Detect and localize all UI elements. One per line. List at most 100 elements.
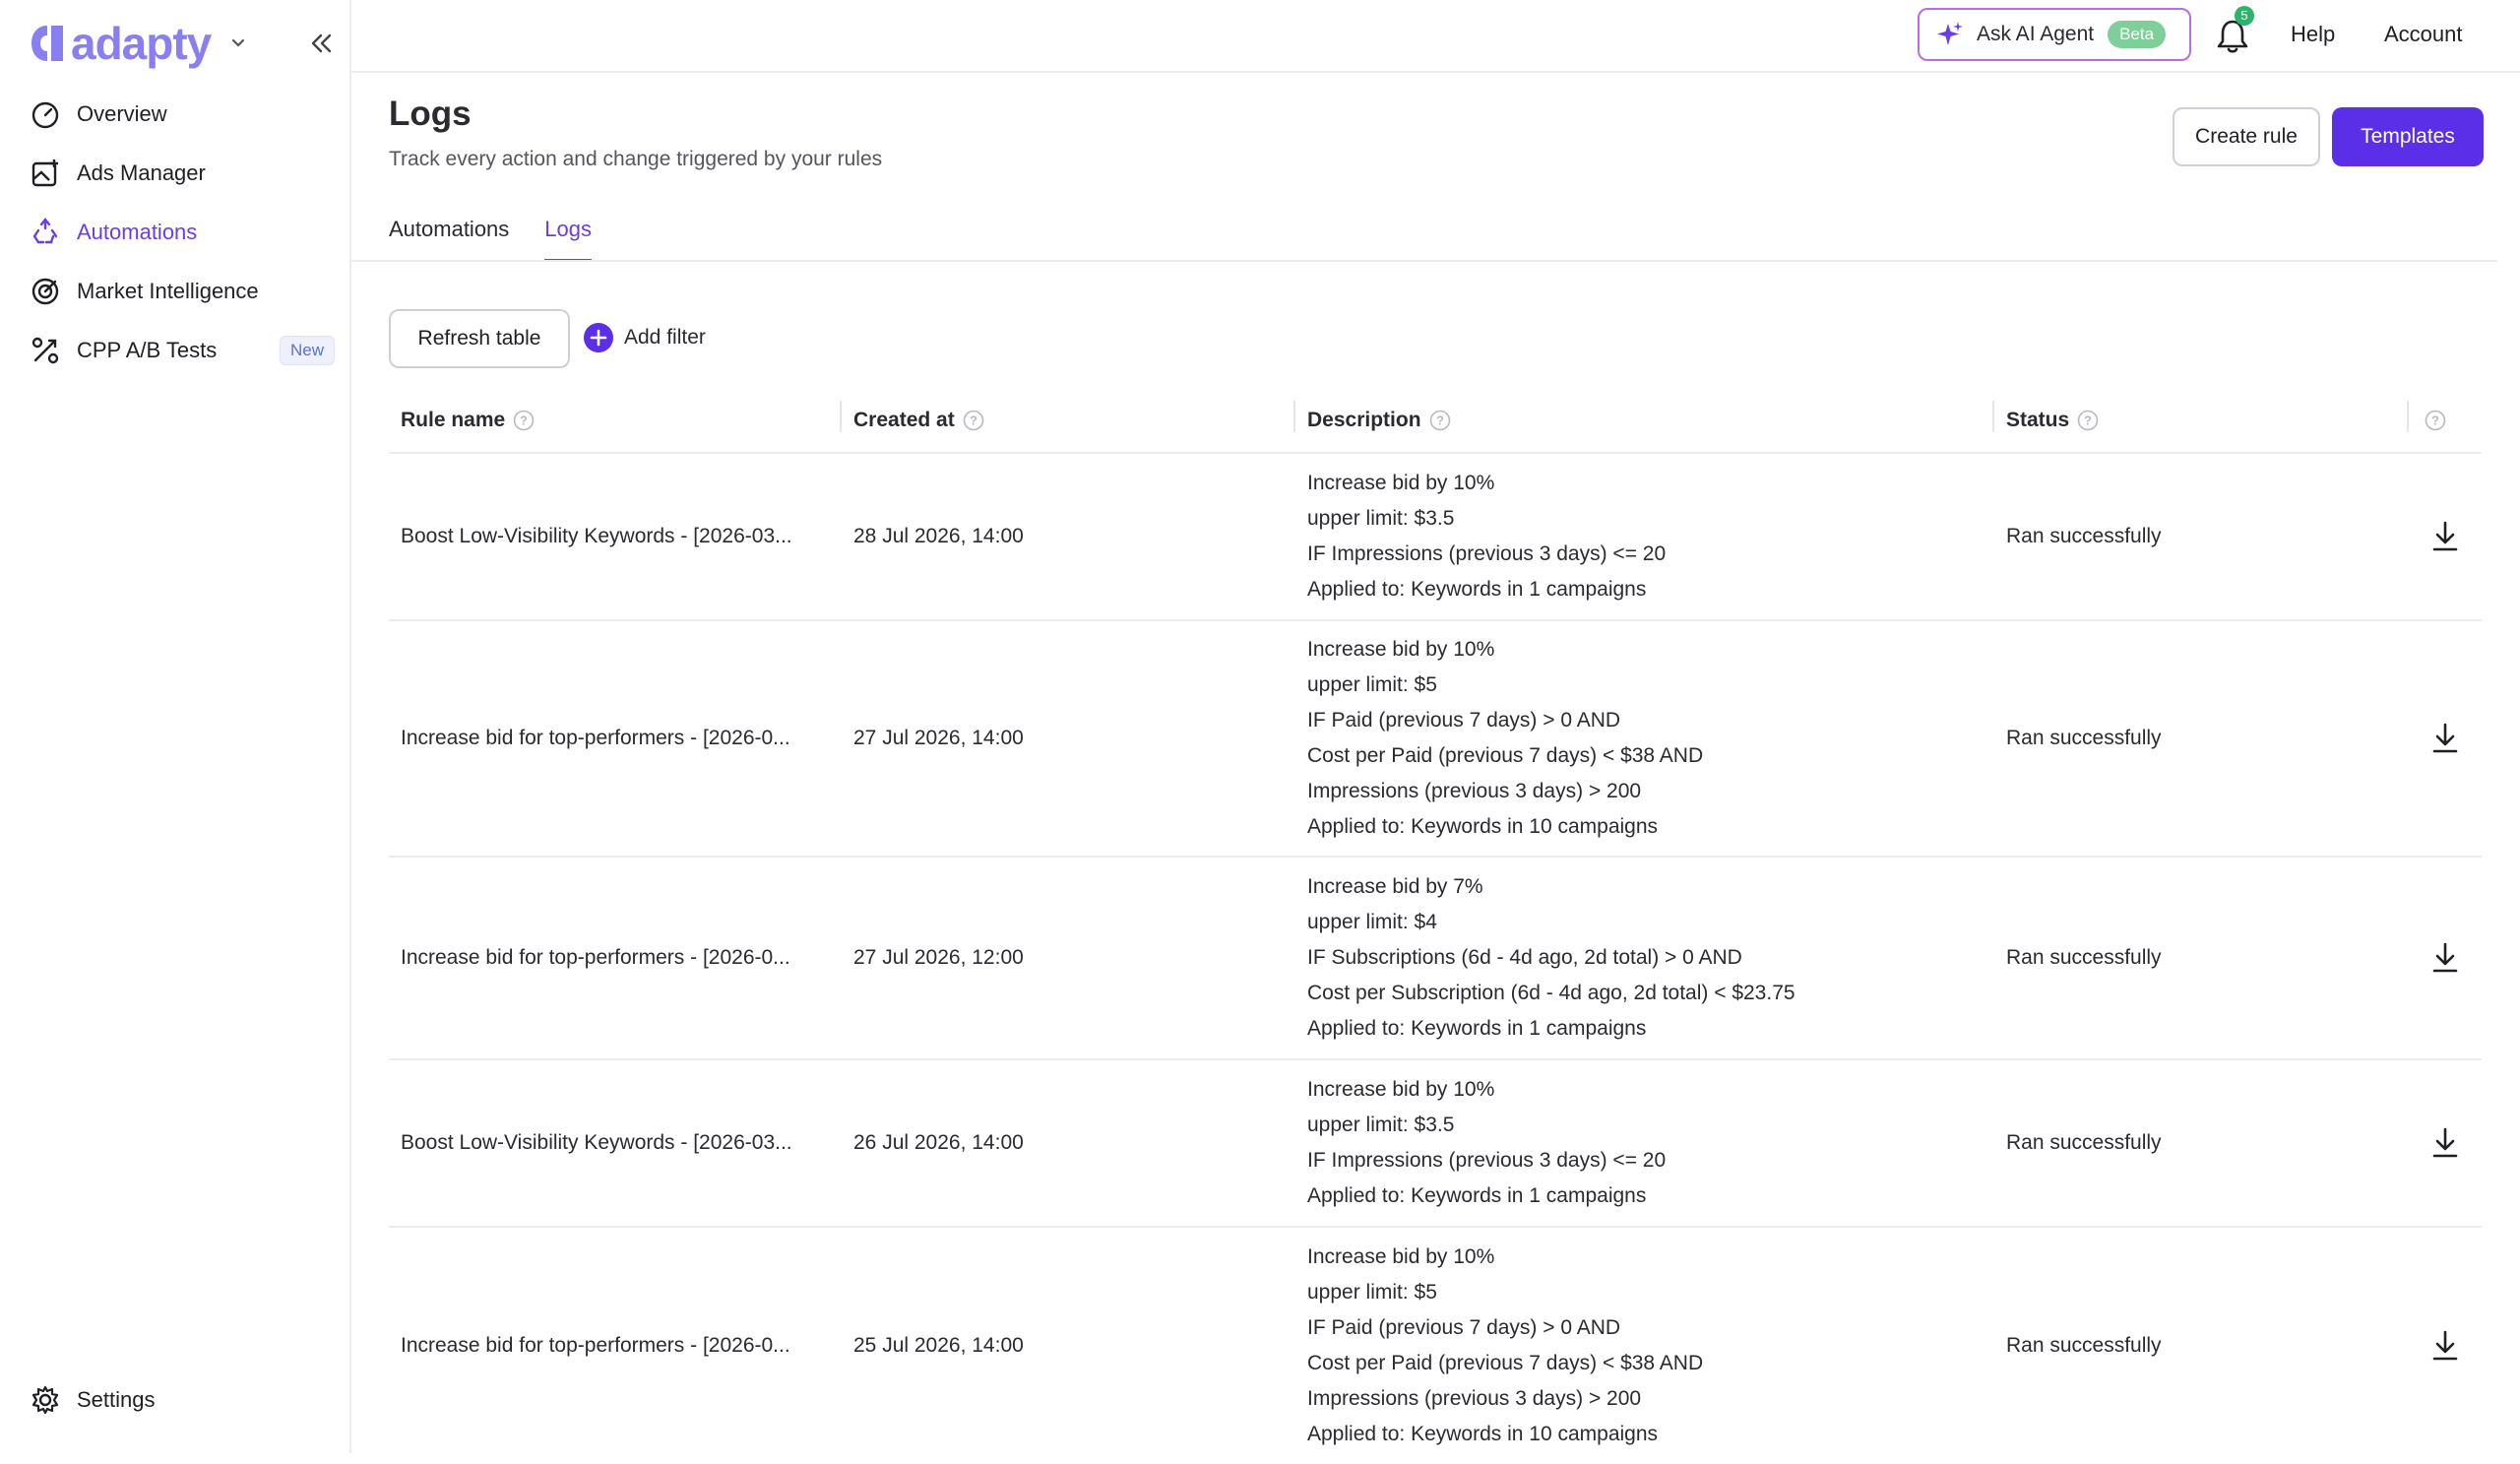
plus-circle-icon [584,323,613,352]
sidebar-item-label: Ads Manager [77,160,206,185]
sidebar-item-label: Market Intelligence [77,279,259,303]
download-icon[interactable] [2430,941,2460,975]
gauge-icon [32,101,59,129]
column-divider[interactable] [2407,401,2409,432]
tabs: Automations Logs [389,217,593,262]
description-line: Applied to: Keywords in 1 campaigns [1307,578,1647,601]
created-at-cell: 28 Jul 2026, 14:00 [853,525,1024,547]
description-line: Cost per Paid (previous 7 days) < $38 AN… [1307,1352,1704,1374]
table-row[interactable]: Increase bid for top-performers - [2026-… [389,1228,2482,1464]
adapty-logo-icon [32,26,63,61]
svg-text:?: ? [520,414,528,428]
sidebar-item-label: CPP A/B Tests [77,338,218,362]
new-badge: New [279,336,335,365]
table-row[interactable]: Boost Low-Visibility Keywords - [2026-03… [389,1060,2482,1228]
description-line: IF Impressions (previous 3 days) <= 20 [1307,1149,1667,1172]
templates-button[interactable]: Templates [2332,107,2484,166]
tab-logs[interactable]: Logs [544,217,593,262]
status-cell: Ran successfully [2006,1334,2162,1357]
description-cell: Increase bid by 10% upper limit: $3.5 IF… [1307,1072,1666,1214]
svg-text:?: ? [2431,414,2439,428]
sidebar-nav: Overview Ads Manager Automations Market … [30,85,335,380]
description-line: upper limit: $5 [1307,673,1437,696]
beta-badge: Beta [2108,21,2167,48]
brand-name: adapty [71,18,212,69]
description-line: Impressions (previous 3 days) > 200 [1307,780,1642,802]
column-label: Description [1307,409,1421,431]
description-line: Applied to: Keywords in 1 campaigns [1307,1017,1647,1040]
split-test-icon [32,337,59,364]
column-actions[interactable]: ? [2425,389,2446,452]
help-link[interactable]: Help [2291,22,2335,47]
help-circle-icon[interactable]: ? [1429,410,1451,431]
table-row[interactable]: Increase bid for top-performers - [2026-… [389,621,2482,858]
download-icon[interactable] [2430,1329,2460,1363]
refresh-table-button[interactable]: Refresh table [389,309,570,368]
download-icon[interactable] [2430,722,2460,755]
account-link[interactable]: Account [2384,22,2463,47]
sidebar-item-ads-manager[interactable]: Ads Manager [30,144,335,203]
add-filter-button[interactable]: Add filter [583,322,706,353]
column-description[interactable]: Description ? [1307,389,1451,452]
sidebar-item-overview[interactable]: Overview [30,85,335,144]
download-icon[interactable] [2430,1126,2460,1160]
created-at-cell: 25 Jul 2026, 14:00 [853,1334,1024,1357]
description-line: Impressions (previous 3 days) > 200 [1307,1387,1642,1410]
description-cell: Increase bid by 10% upper limit: $5 IF P… [1307,1240,1703,1452]
notification-count-badge: 5 [2235,6,2254,26]
tab-automations[interactable]: Automations [389,217,509,262]
target-icon [32,278,59,305]
table-row[interactable]: Increase bid for top-performers - [2026-… [389,858,2482,1060]
column-rule-name[interactable]: Rule name ? [401,389,535,452]
sidebar-item-label: Overview [77,101,167,126]
help-circle-icon[interactable]: ? [513,410,535,431]
rule-name-cell[interactable]: Increase bid for top-performers - [2026-… [401,1334,790,1358]
top-bar [351,0,2520,73]
description-line: Increase bid by 7% [1307,875,1483,898]
column-created-at[interactable]: Created at ? [853,389,984,452]
description-cell: Increase bid by 10% upper limit: $5 IF P… [1307,632,1703,845]
sidebar: adapty Overview Ads Manager Automations … [0,0,351,1453]
rule-name-cell[interactable]: Increase bid for top-performers - [2026-… [401,727,790,750]
sidebar-item-cpp-ab-tests[interactable]: CPP A/B Tests New [30,321,335,380]
description-line: upper limit: $5 [1307,1281,1437,1304]
table-row[interactable]: Boost Low-Visibility Keywords - [2026-03… [389,454,2482,621]
description-cell: Increase bid by 10% upper limit: $3.5 IF… [1307,466,1666,607]
column-divider[interactable] [840,401,842,432]
rule-name-cell[interactable]: Increase bid for top-performers - [2026-… [401,946,790,970]
ask-ai-agent-button[interactable]: Ask AI Agent Beta [1918,8,2191,61]
collapse-sidebar-icon[interactable] [305,28,337,59]
status-cell: Ran successfully [2006,525,2162,547]
rule-name-cell[interactable]: Boost Low-Visibility Keywords - [2026-03… [401,525,792,548]
sidebar-item-settings[interactable]: Settings [30,1370,156,1430]
description-line: IF Impressions (previous 3 days) <= 20 [1307,542,1667,565]
page-subtitle: Track every action and change triggered … [389,148,883,170]
description-line: upper limit: $3.5 [1307,507,1455,530]
gear-icon [32,1385,59,1415]
help-circle-icon[interactable]: ? [2077,410,2099,431]
description-line: Increase bid by 10% [1307,1245,1495,1268]
help-circle-icon[interactable]: ? [963,410,984,431]
recycle-icon [32,218,58,244]
description-line: IF Subscriptions (6d - 4d ago, 2d total)… [1307,946,1742,969]
create-rule-button[interactable]: Create rule [2173,107,2320,166]
column-divider[interactable] [1293,401,1295,432]
sidebar-item-market-intelligence[interactable]: Market Intelligence [30,262,335,321]
table-header: Rule name ? Created at ? Description ? S… [389,389,2482,454]
download-icon[interactable] [2430,520,2460,553]
page-title: Logs [389,95,472,133]
description-line: IF Paid (previous 7 days) > 0 AND [1307,1316,1621,1339]
status-cell: Ran successfully [2006,727,2162,749]
sidebar-item-label: Automations [77,220,198,244]
sidebar-item-automations[interactable]: Automations [30,203,335,262]
column-status[interactable]: Status ? [2006,389,2099,452]
description-cell: Increase bid by 7% upper limit: $4 IF Su… [1307,869,1796,1047]
sidebar-item-label: Settings [77,1387,156,1412]
description-line: Increase bid by 10% [1307,638,1495,661]
rule-name-cell[interactable]: Boost Low-Visibility Keywords - [2026-03… [401,1131,792,1155]
column-divider[interactable] [1992,401,1994,432]
help-circle-icon[interactable]: ? [2425,410,2446,431]
brand-switcher[interactable]: adapty [30,16,248,71]
created-at-cell: 27 Jul 2026, 12:00 [853,946,1024,969]
description-line: Applied to: Keywords in 1 campaigns [1307,1184,1647,1207]
